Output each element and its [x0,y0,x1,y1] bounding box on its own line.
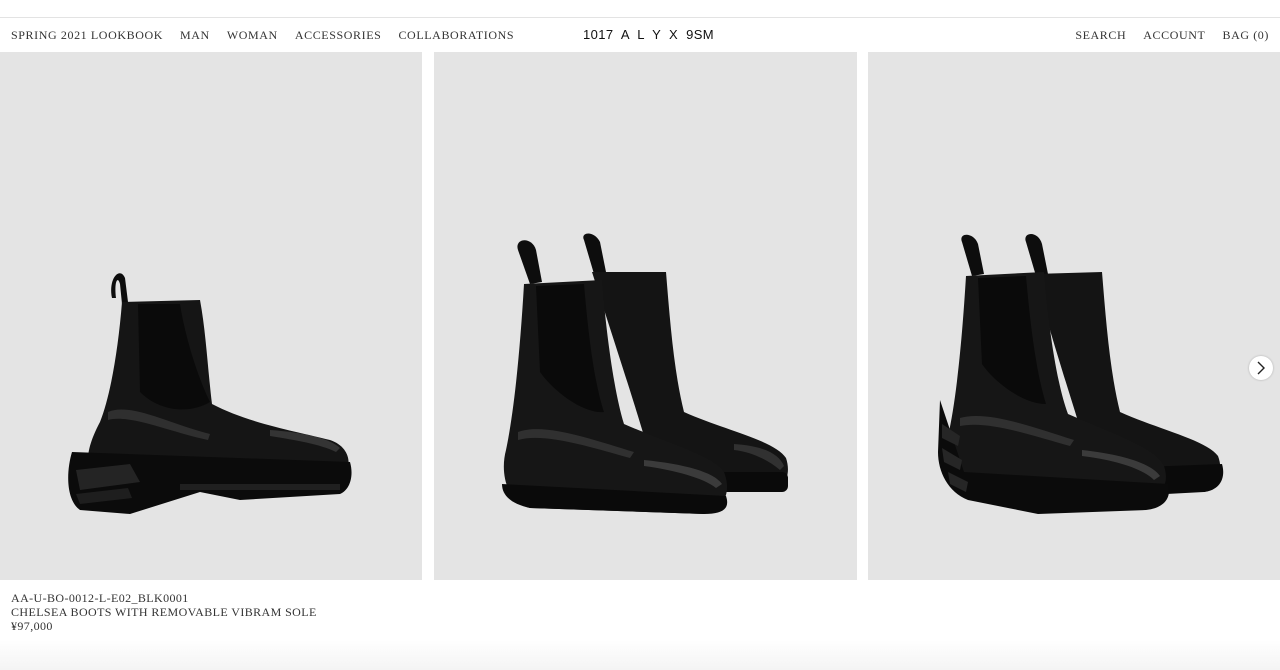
boot-pair-sole-image [938,234,1224,514]
nav-man-link[interactable]: MAN [180,28,210,43]
bag-link[interactable]: BAG (0) [1222,28,1269,43]
gallery-image-2[interactable] [434,52,857,580]
product-info: AA-U-BO-0012-L-E02_BLK0001 CHELSEA BOOTS… [11,591,317,633]
utility-nav: SEARCH ACCOUNT BAG (0) [1075,28,1269,43]
gallery-image-3[interactable] [868,52,1280,580]
nav-lookbook-link[interactable]: SPRING 2021 LOOKBOOK [11,28,163,43]
gallery-image-1[interactable] [0,52,422,580]
product-sku: AA-U-BO-0012-L-E02_BLK0001 [11,591,189,605]
main-nav: SPRING 2021 LOOKBOOK MAN WOMAN ACCESSORI… [11,28,514,43]
product-name[interactable]: CHELSEA BOOTS WITH REMOVABLE VIBRAM SOLE [11,605,317,619]
nav-accessories-link[interactable]: ACCESSORIES [295,28,382,43]
brand-logo[interactable]: 1017 A L Y X 9SM [583,27,714,42]
boot-pair-image [502,233,788,514]
product-gallery [0,52,1280,580]
boot-side-image [68,273,352,514]
next-image-button[interactable] [1249,356,1273,380]
search-link[interactable]: SEARCH [1075,28,1126,43]
nav-collaborations-link[interactable]: COLLABORATIONS [398,28,514,43]
product-price: ¥97,000 [11,619,53,633]
bottom-fade [0,640,1280,670]
site-header: SPRING 2021 LOOKBOOK MAN WOMAN ACCESSORI… [0,18,1280,52]
account-link[interactable]: ACCOUNT [1143,28,1205,43]
chevron-right-icon [1257,361,1265,375]
nav-woman-link[interactable]: WOMAN [227,28,278,43]
top-band [0,0,1280,18]
